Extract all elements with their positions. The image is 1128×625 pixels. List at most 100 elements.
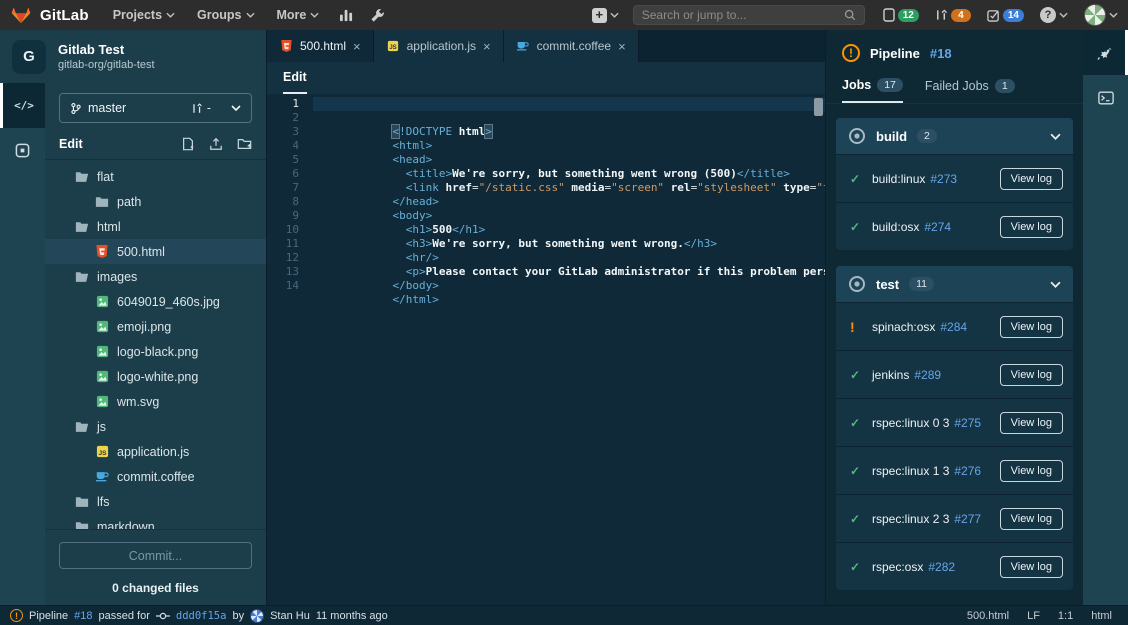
statusbar-pipeline-id-link[interactable]: #18 [74,610,92,622]
editor-tab[interactable]: JS 500.html [267,30,374,62]
code-token: Please contact your GitLab administrator… [426,265,825,278]
admin-wrench-icon[interactable] [370,8,385,23]
job-id-link[interactable]: #276 [954,464,981,478]
view-log-button[interactable]: View log [1000,316,1063,338]
merge-requests-button[interactable]: 4 [935,8,971,22]
job-id-link[interactable]: #273 [930,172,957,186]
editor-scrollbar[interactable] [814,98,823,116]
changed-files-count: 0 changed files [59,581,252,595]
gitlab-home-link[interactable]: GitLab [10,5,89,26]
job-id-link[interactable]: #289 [914,368,941,382]
view-log-button[interactable]: View log [1000,168,1063,190]
code-editor-area: JS 500.html JS application.js [266,30,825,605]
job-id-link[interactable]: #282 [928,560,955,574]
tree-item[interactable]: JS flat [45,164,266,189]
tree-item[interactable]: JS path [45,189,266,214]
folder-open-icon: JS [75,170,89,184]
job-id-link[interactable]: #274 [924,220,951,234]
tree-item[interactable]: JS markdown [45,514,266,529]
help-icon: ? [1040,7,1056,23]
success-icon [850,220,872,234]
tree-item[interactable]: JS 6049019_460s.jpg [45,289,266,314]
right-activity-rail [1083,30,1128,605]
branch-selector[interactable]: master - [59,93,252,123]
user-menu-button[interactable] [1084,4,1118,26]
new-folder-icon[interactable] [237,137,252,151]
code-editor[interactable]: 1234567891011121314 <!DOCTYPE html> <htm… [267,94,825,605]
statusbar-line-ending[interactable]: LF [1027,610,1040,622]
code-token: <hr/> [406,251,439,264]
pipeline-tab[interactable]: Jobs 17 [842,78,903,103]
tree-item[interactable]: JS emoji.png [45,314,266,339]
line-number-gutter: 1234567891011121314 [267,97,313,605]
tree-item[interactable]: JS html [45,214,266,239]
tree-item[interactable]: JS commit.coffee [45,464,266,489]
image-icon: JS [95,295,109,309]
tree-item[interactable]: JS js [45,414,266,439]
tree-item[interactable]: JS logo-white.png [45,364,266,389]
editor-tab[interactable]: JS application.js [374,30,504,62]
pipeline-tab-label: Jobs [842,78,871,92]
tree-item[interactable]: JS lfs [45,489,266,514]
new-file-icon[interactable] [181,137,195,151]
folder-open-icon: JS [75,420,89,434]
tree-item[interactable]: JS images [45,264,266,289]
view-log-button[interactable]: View log [1000,460,1063,482]
statusbar-language[interactable]: html [1091,610,1112,622]
review-icon [15,143,30,158]
pipeline-tab[interactable]: Failed Jobs 1 [925,78,1015,103]
editor-tab[interactable]: JS commit.coffee [504,30,639,62]
topbar-menu-item[interactable]: Groups [197,8,254,22]
help-button[interactable]: ? [1040,7,1068,23]
tab-close-icon[interactable] [353,39,361,54]
chevron-down-icon [246,12,255,18]
line-number: 9 [267,209,313,223]
topbar-menu-item[interactable]: More [277,8,320,22]
code-icon: </> [14,99,34,112]
view-log-button[interactable]: View log [1000,412,1063,434]
rail-terminal-button[interactable] [1083,75,1128,120]
tab-close-icon[interactable] [483,39,491,54]
issues-button[interactable]: 12 [883,8,919,22]
view-log-button[interactable]: View log [1000,508,1063,530]
view-log-button[interactable]: View log [1000,364,1063,386]
stage-header[interactable]: build 2 [836,118,1073,154]
job-id-link[interactable]: #284 [940,320,967,334]
plus-icon: + [592,8,607,23]
rail-edit-mode-button[interactable]: </> [0,83,45,128]
search-input[interactable] [642,8,844,22]
commit-sha-link[interactable]: ddd0f15a [176,610,227,622]
new-dropdown-button[interactable]: + [592,8,619,23]
rail-review-mode-button[interactable] [0,128,45,173]
view-log-button[interactable]: View log [1000,556,1063,578]
project-header[interactable]: G Gitlab Test gitlab-org/gitlab-test [0,30,266,83]
tree-item-label: js [97,420,106,434]
pipeline-id-link[interactable]: #18 [930,46,952,61]
tree-item[interactable]: JS wm.svg [45,389,266,414]
code-token: <h3> [406,237,433,250]
code-token: </title> [737,167,790,180]
project-path: gitlab-org/gitlab-test [58,59,155,71]
rail-pipelines-button[interactable] [1083,30,1128,75]
view-log-button[interactable]: View log [1000,216,1063,238]
tree-item[interactable]: JS logo-black.png [45,339,266,364]
job-name: spinach:osx [872,320,935,334]
job-id-link[interactable]: #275 [954,416,981,430]
job-id-link[interactable]: #277 [954,512,981,526]
tree-item[interactable]: JS 500.html [45,239,266,264]
statusbar: ! Pipeline #18 passed for ddd0f15a by St… [0,605,1128,625]
commit-button[interactable]: Commit... [59,542,252,569]
stage-header[interactable]: test 11 [836,266,1073,302]
tree-item[interactable]: JS application.js [45,439,266,464]
topbar-menu-item[interactable]: Projects [113,8,175,22]
analytics-icon[interactable] [339,9,354,22]
tab-close-icon[interactable] [618,39,626,54]
tree-item-label: 500.html [117,245,165,259]
upload-file-icon[interactable] [209,137,223,151]
stage-job-list: build:linux #273 View log build:osx #274… [836,154,1073,250]
code-token: "/static.css" [479,181,565,194]
stage-job-list: spinach:osx #284 View log jenkins #289 V… [836,302,1073,590]
mode-tab-edit[interactable]: Edit [283,70,307,94]
todos-button[interactable]: 14 [987,9,1024,22]
issues-icon [883,8,895,22]
